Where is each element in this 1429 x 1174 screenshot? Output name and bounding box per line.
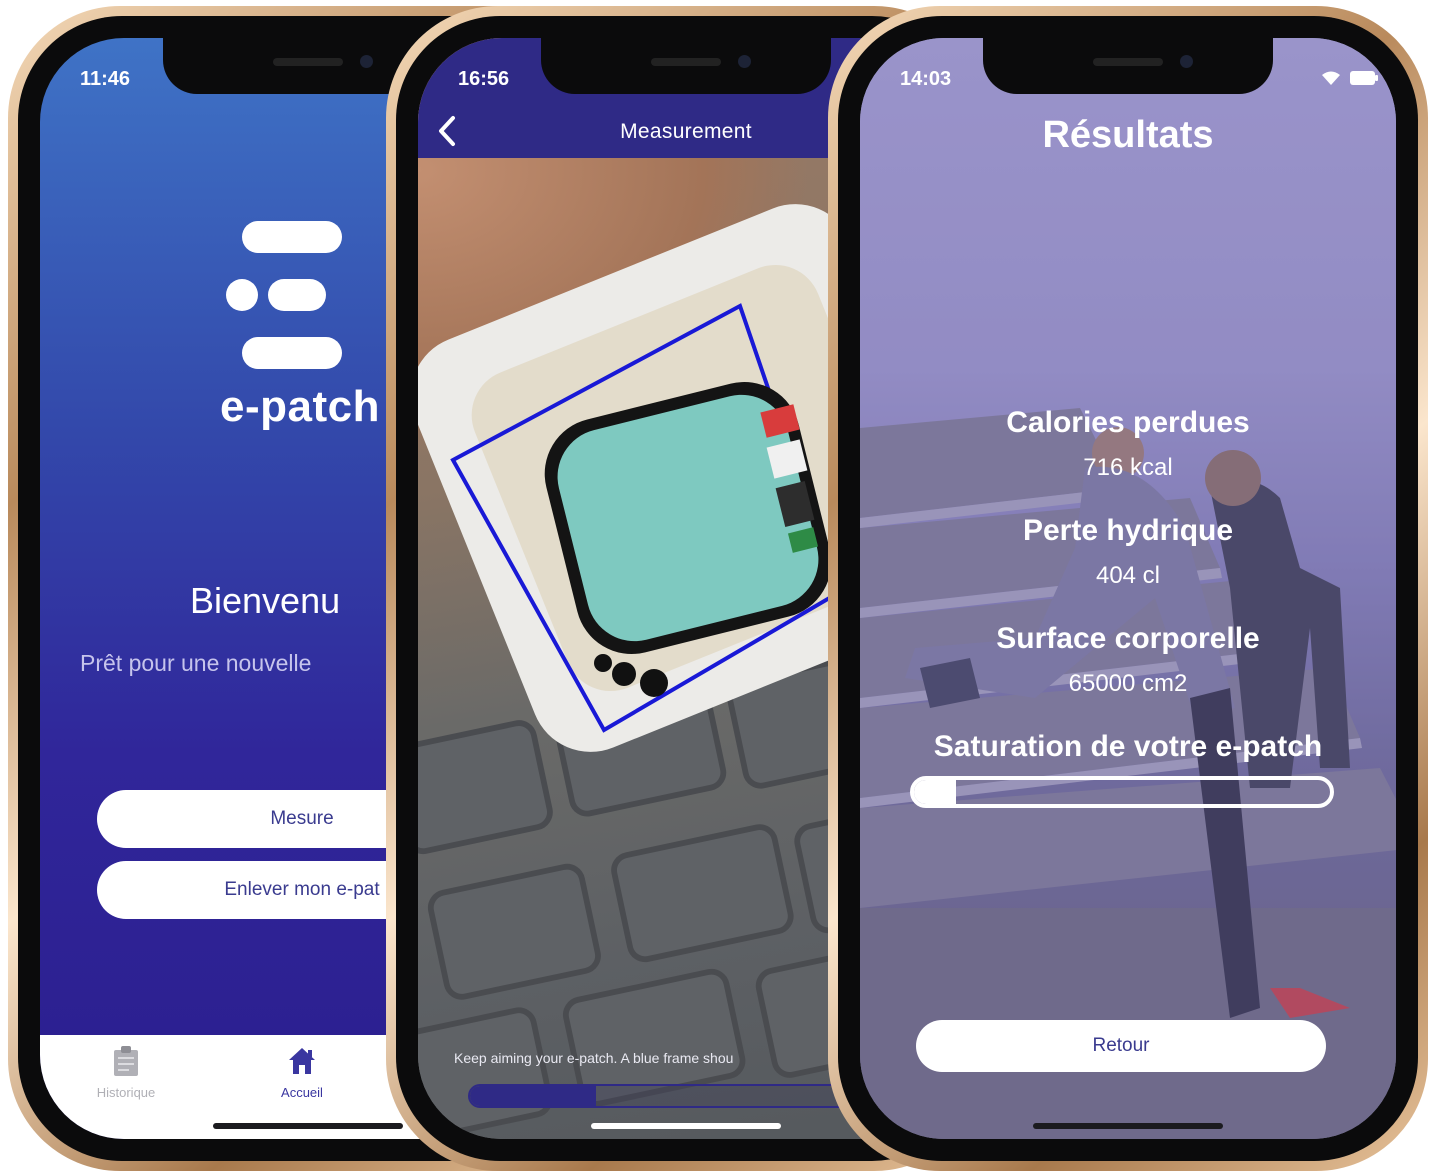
- home-indicator: [591, 1123, 781, 1129]
- page-title: Résultats: [1042, 114, 1214, 156]
- home-indicator: [213, 1123, 403, 1129]
- clipboard-icon: [114, 1046, 138, 1076]
- notch: [541, 38, 831, 94]
- results-screen: 14:03 Résultats Calories perdues 716 kca…: [860, 38, 1396, 1139]
- welcome-subtitle: Prêt pour une nouvelle: [80, 650, 312, 676]
- metric-label-water-loss: Perte hydrique: [1022, 514, 1234, 547]
- e-patch-logo: [226, 221, 356, 371]
- saturation-fill: [914, 780, 956, 804]
- welcome-title: Bienvenu: [190, 580, 341, 621]
- tab-accueil[interactable]: Accueil: [242, 1045, 362, 1100]
- tab-historique[interactable]: Historique: [66, 1045, 186, 1100]
- metric-value-body-surface: 65000 cm2: [1068, 670, 1188, 697]
- retour-button[interactable]: Retour: [916, 1020, 1326, 1072]
- tab-label: Accueil: [281, 1085, 323, 1100]
- brand-name: e-patch: [220, 382, 380, 431]
- home-icon: [289, 1048, 315, 1074]
- battery-icon: [1350, 71, 1378, 85]
- notch: [983, 38, 1273, 94]
- metric-value-water-loss: 404 cl: [1095, 562, 1161, 589]
- tab-label: Historique: [96, 1085, 156, 1100]
- status-time: 16:56: [458, 68, 510, 90]
- metric-label-calories: Calories perdues: [1006, 406, 1250, 439]
- phone-bezel: 14:03 Résultats Calories perdues 716 kca…: [838, 16, 1418, 1161]
- progress-fill: [470, 1086, 596, 1106]
- saturation-label: Saturation de votre e-patch: [933, 730, 1323, 763]
- saturation-progress-bar: [910, 776, 1334, 808]
- metric-value-calories: 716 kcal: [1083, 454, 1173, 481]
- wifi-icon: [1322, 71, 1340, 85]
- status-time: 11:46: [80, 68, 131, 90]
- metric-label-body-surface: Surface corporelle: [996, 622, 1260, 655]
- status-indicators: [1320, 70, 1378, 86]
- phone-results: 14:03 Résultats Calories perdues 716 kca…: [828, 6, 1428, 1171]
- home-indicator: [1033, 1123, 1223, 1129]
- status-time: 14:03: [900, 68, 952, 90]
- aiming-hint: Keep aiming your e-patch. A blue frame s…: [454, 1050, 734, 1066]
